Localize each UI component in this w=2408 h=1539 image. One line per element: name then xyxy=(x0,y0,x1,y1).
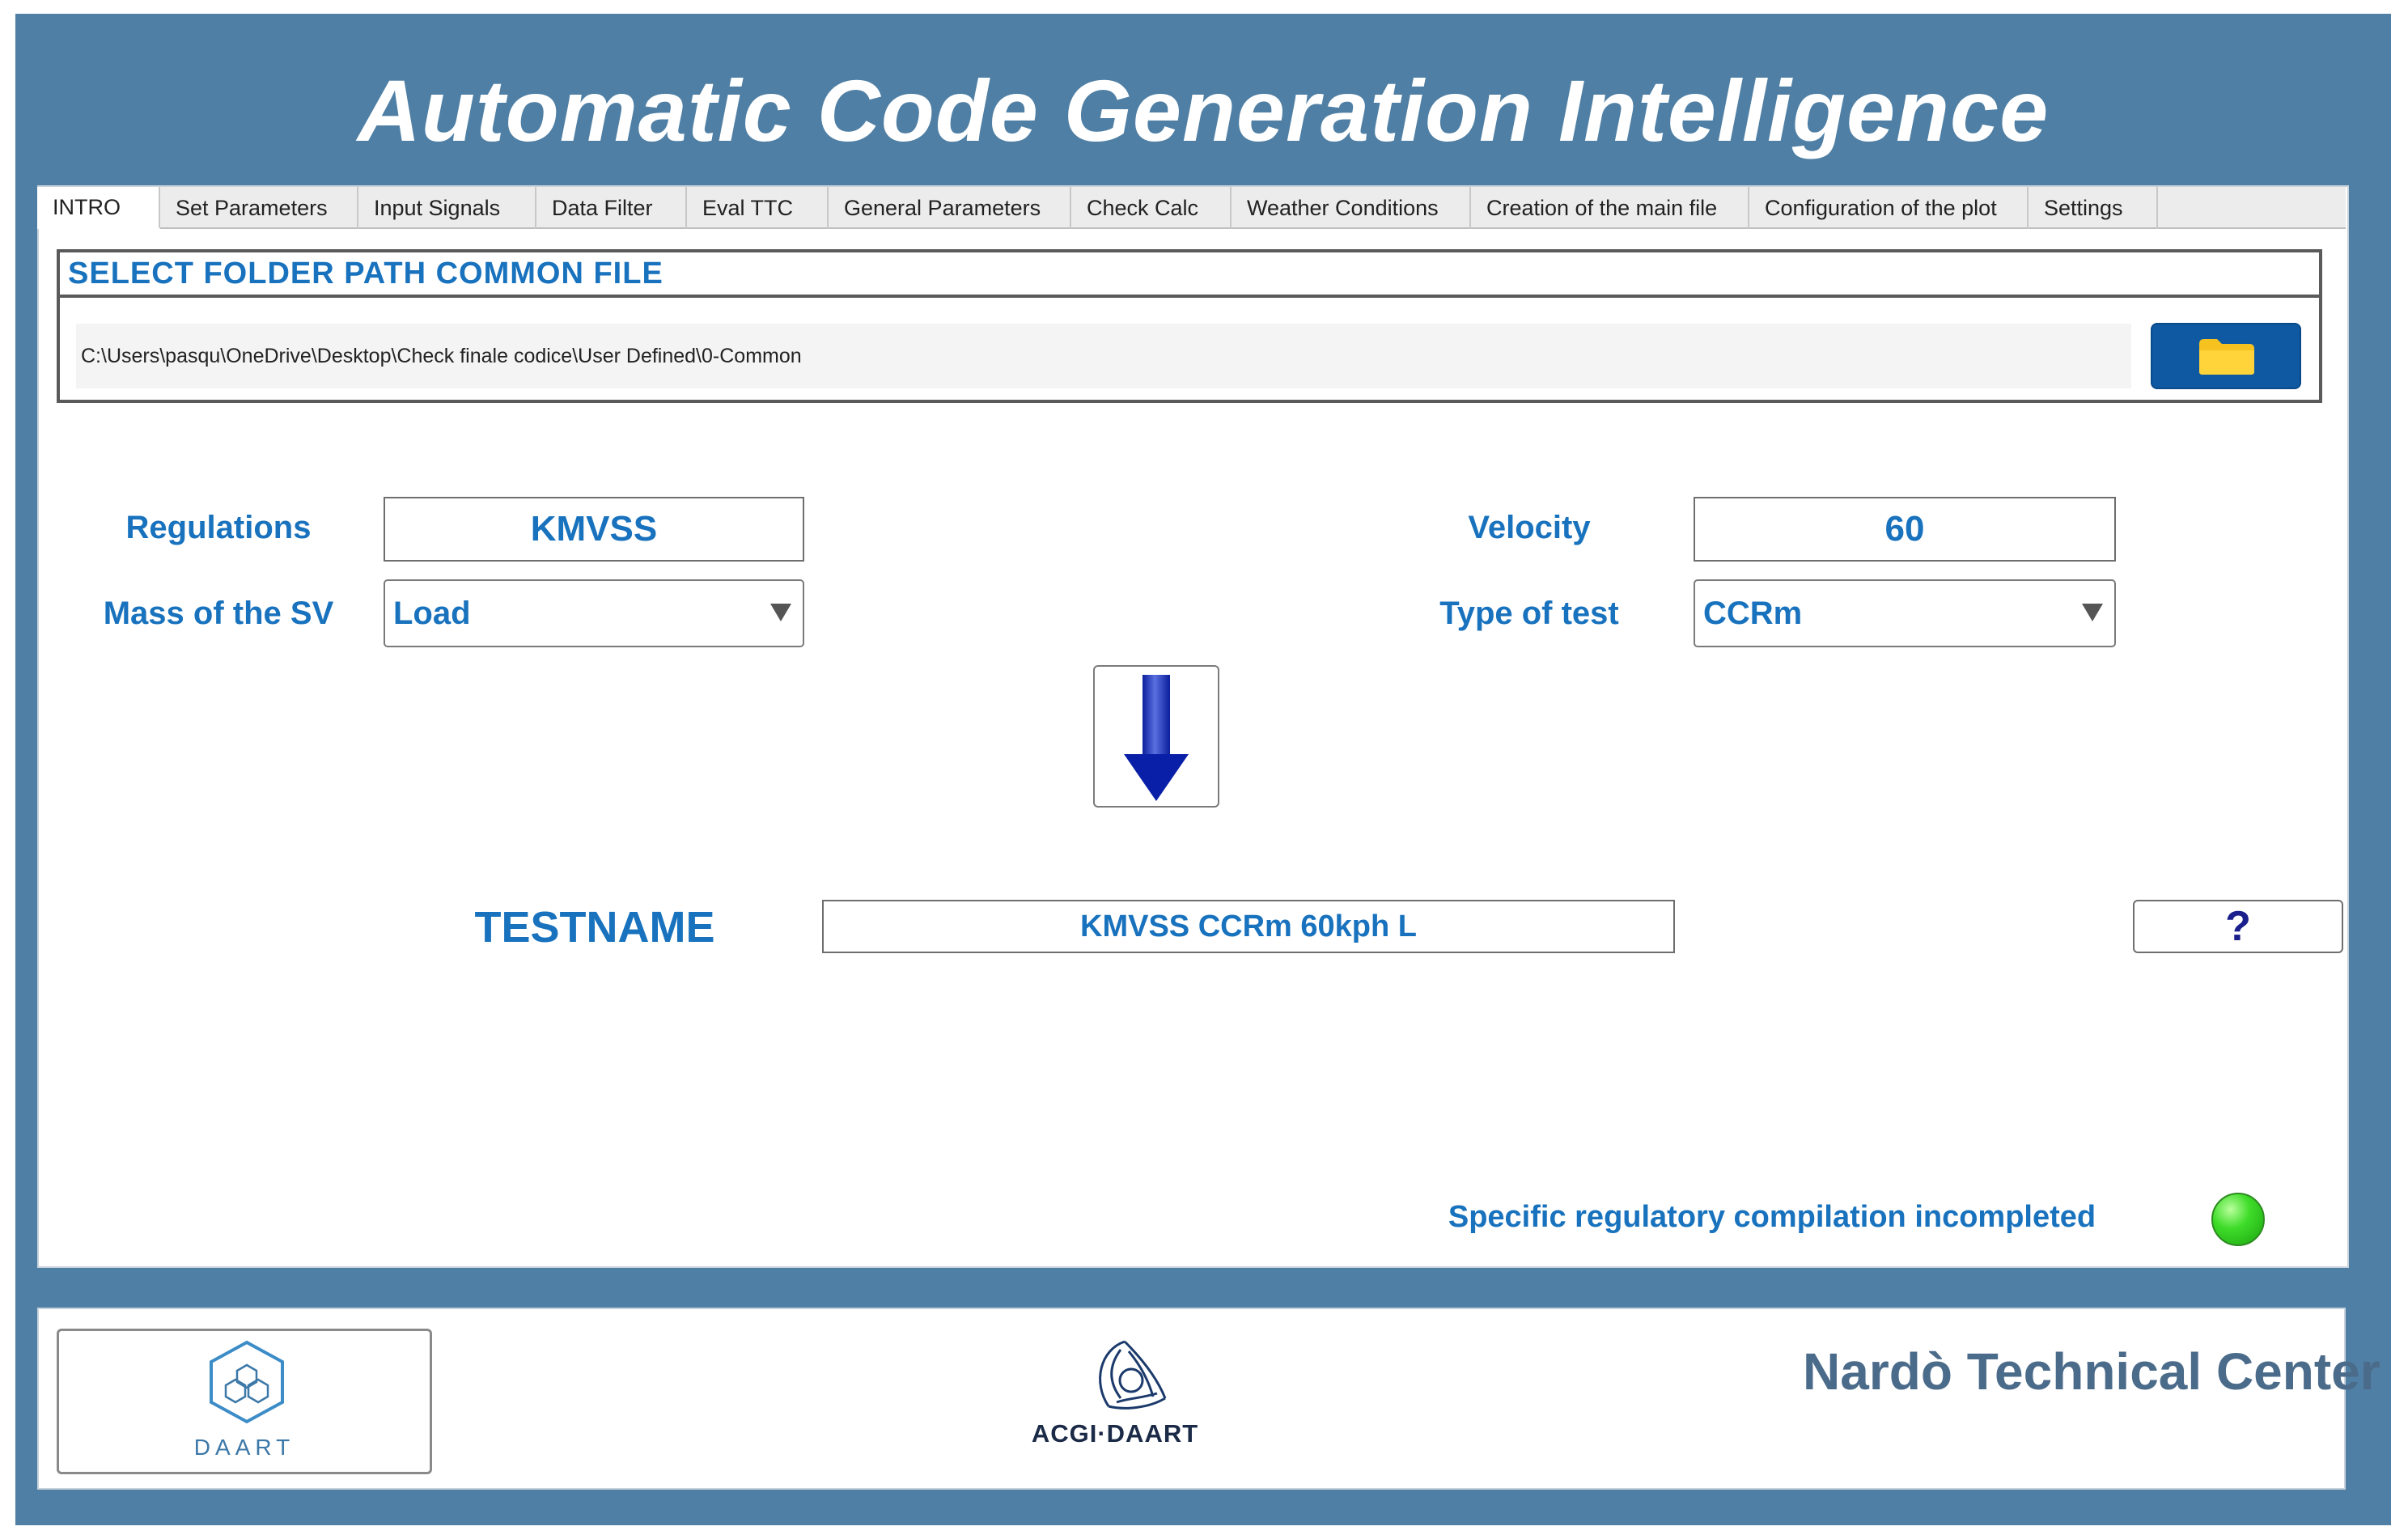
tab-set-parameters[interactable]: Set Parameters xyxy=(160,187,358,229)
footer: DAART ACGI·DAART Nardò Technical Center xyxy=(37,1308,2380,1490)
regulations-field[interactable]: KMVSS xyxy=(384,497,804,562)
daart-label: DAART xyxy=(193,1435,295,1460)
status-message: Specific regulatory compilation incomple… xyxy=(1448,1200,2096,1234)
tab-configuration-plot[interactable]: Configuration of the plot xyxy=(1749,187,2029,229)
velocity-label: Velocity xyxy=(1468,510,1591,545)
tab-input-signals[interactable]: Input Signals xyxy=(358,187,536,229)
type-of-test-dropdown[interactable]: CCRm xyxy=(1694,579,2116,647)
regulations-label: Regulations xyxy=(125,510,312,545)
generate-testname-button[interactable] xyxy=(1093,665,1219,808)
browse-folder-button[interactable] xyxy=(2151,323,2301,389)
mass-label: Mass of the SV xyxy=(103,596,334,631)
type-of-test-dropdown-value: CCRm xyxy=(1703,595,1803,631)
cube-hexagon-icon xyxy=(210,1340,284,1424)
tab-bar: INTRO Set Parameters Input Signals Data … xyxy=(37,187,2346,229)
narado-technical-center-logo: Nardò Technical Center xyxy=(1803,1342,2380,1401)
folder-path-input[interactable] xyxy=(76,324,2131,388)
folder-icon xyxy=(2199,339,2254,375)
tab-creation-main-file[interactable]: Creation of the main file xyxy=(1471,187,1749,229)
mass-dropdown-value: Load xyxy=(393,595,471,631)
daart-logo: DAART xyxy=(57,1329,432,1474)
tab-weather-conditions[interactable]: Weather Conditions xyxy=(1232,187,1471,229)
chevron-down-icon xyxy=(770,604,791,621)
testname-label: TESTNAME xyxy=(474,903,715,952)
mass-dropdown[interactable]: Load xyxy=(384,579,804,647)
folder-path-panel: SELECT FOLDER PATH COMMON FILE xyxy=(57,249,2322,403)
tab-data-filter[interactable]: Data Filter xyxy=(536,187,687,229)
chevron-down-icon xyxy=(2082,604,2103,621)
acgi-daart-label: ACGI·DAART xyxy=(1031,1419,1199,1448)
acgi-daart-logo xyxy=(1099,1340,1167,1410)
folder-panel-header: SELECT FOLDER PATH COMMON FILE xyxy=(60,252,2319,298)
app-title: Automatic Code Generation Intelligence xyxy=(357,61,2050,159)
velocity-field[interactable]: 60 xyxy=(1694,497,2116,562)
tab-settings[interactable]: Settings xyxy=(2029,187,2158,229)
tab-check-calc[interactable]: Check Calc xyxy=(1071,187,1232,229)
status-light-icon xyxy=(2211,1193,2265,1246)
arrow-down-icon xyxy=(1124,675,1189,801)
tab-intro[interactable]: INTRO xyxy=(37,187,160,229)
type-of-test-label: Type of test xyxy=(1439,596,1619,631)
help-button[interactable]: ? xyxy=(2133,900,2343,953)
testname-field[interactable]: KMVSS CCRm 60kph L xyxy=(822,900,1675,953)
tab-general-parameters[interactable]: General Parameters xyxy=(829,187,1071,229)
tab-eval-ttc[interactable]: Eval TTC xyxy=(687,187,829,229)
